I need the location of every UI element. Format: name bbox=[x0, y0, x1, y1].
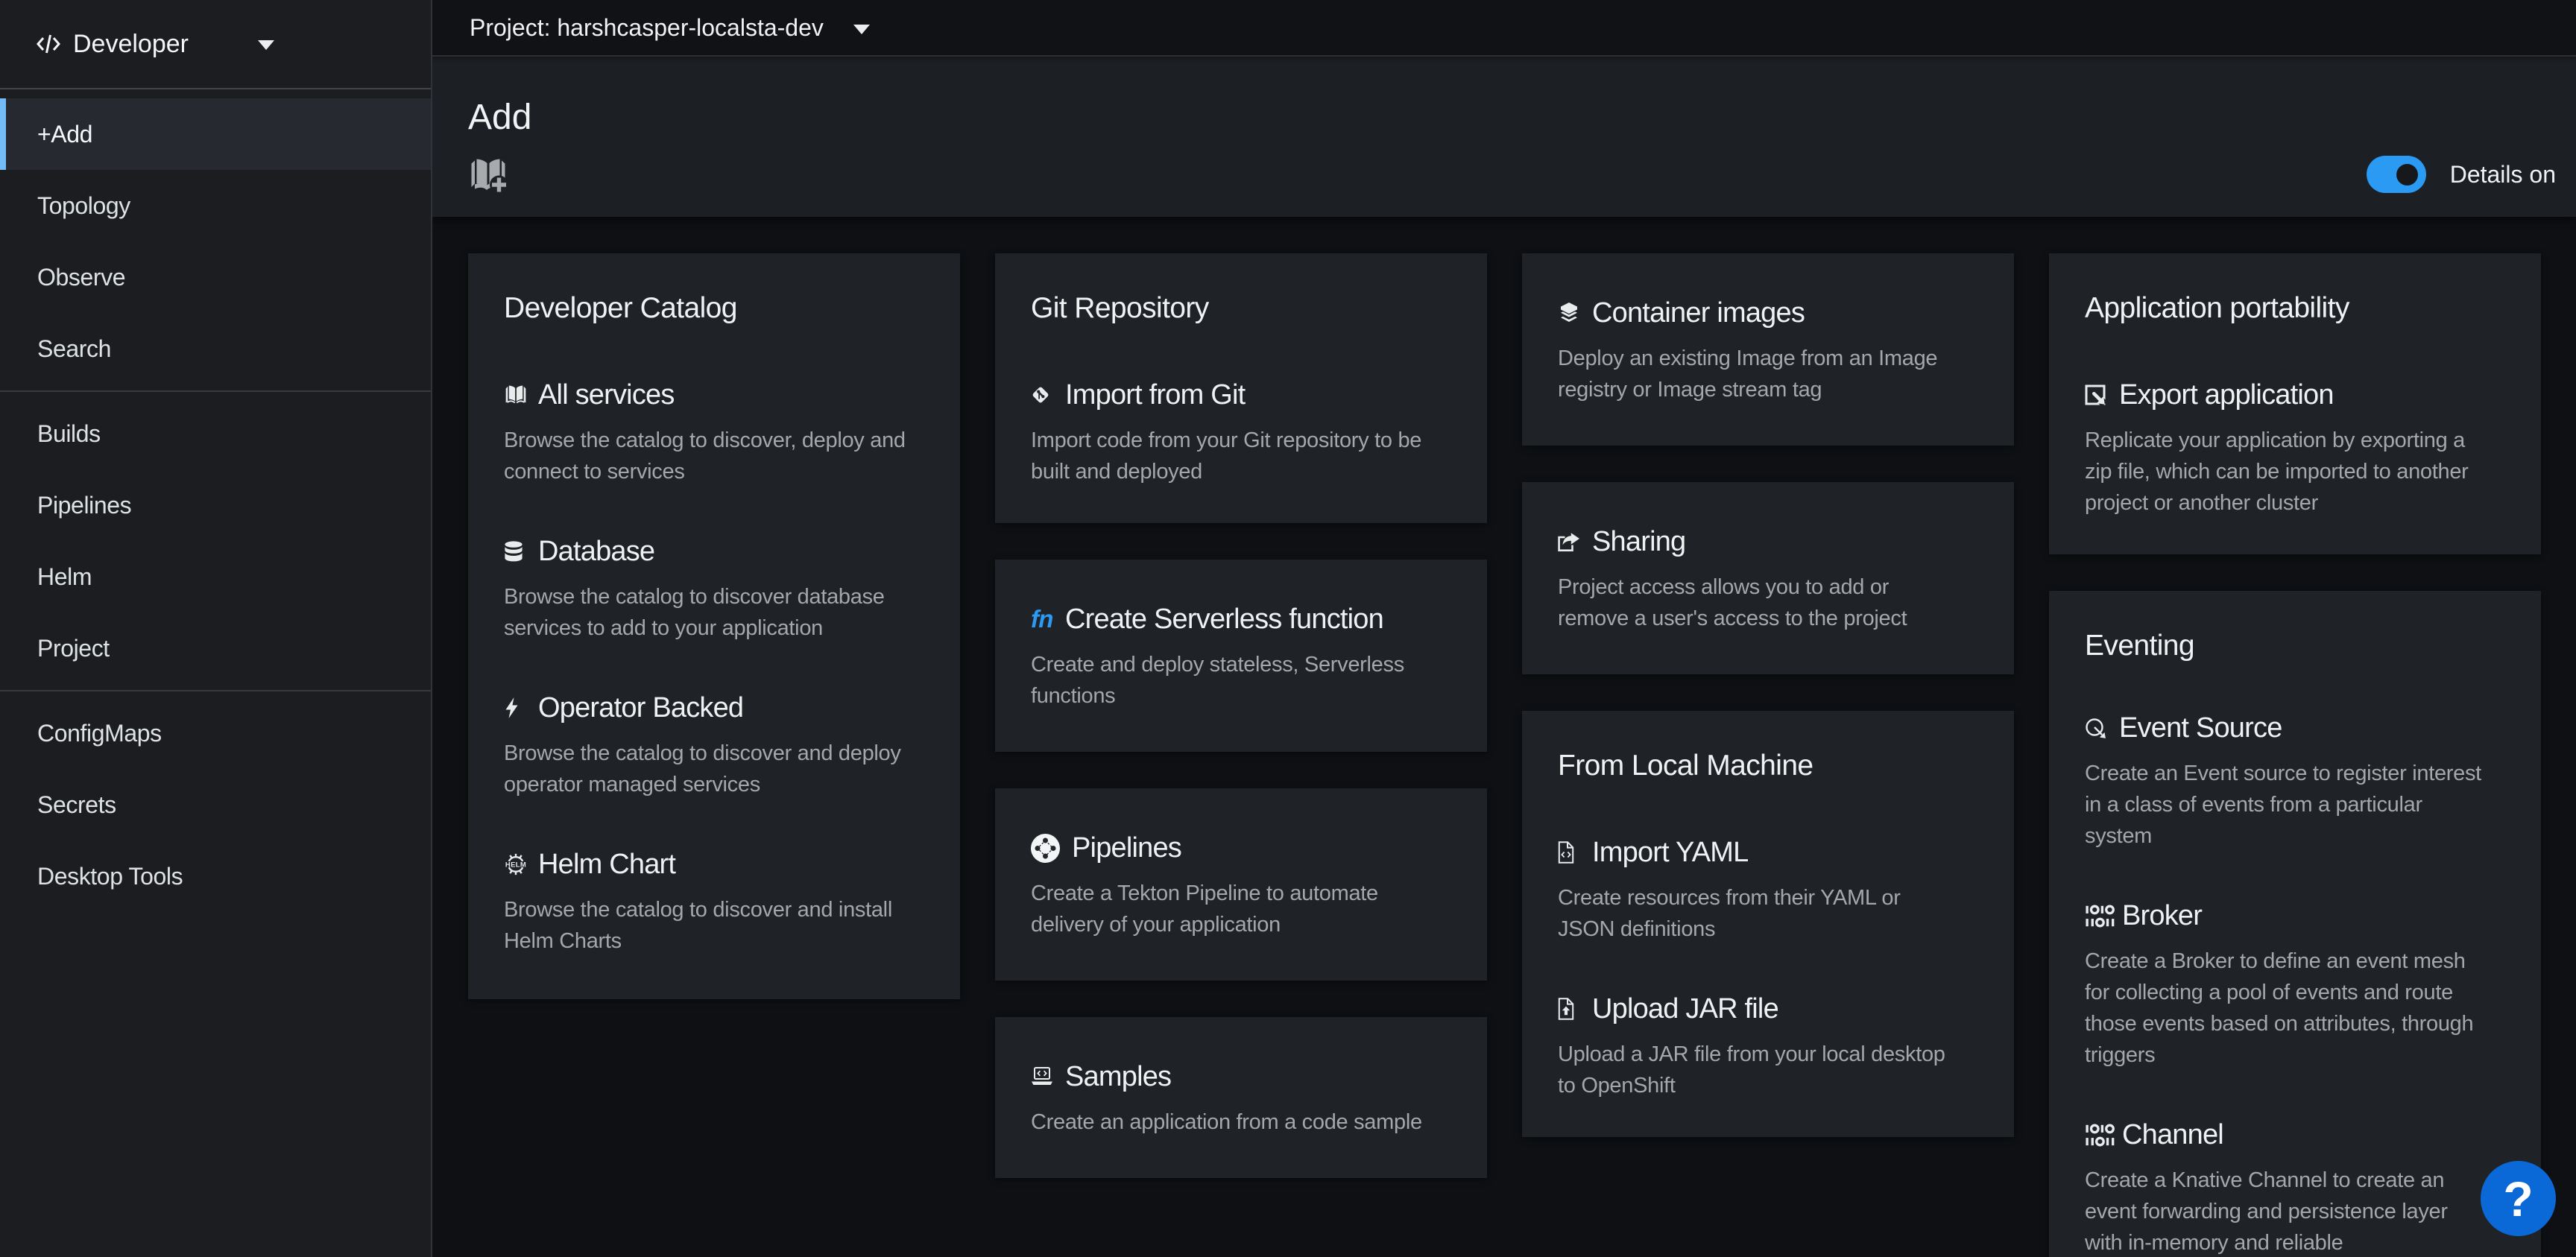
svg-text:HELM: HELM bbox=[505, 861, 526, 869]
